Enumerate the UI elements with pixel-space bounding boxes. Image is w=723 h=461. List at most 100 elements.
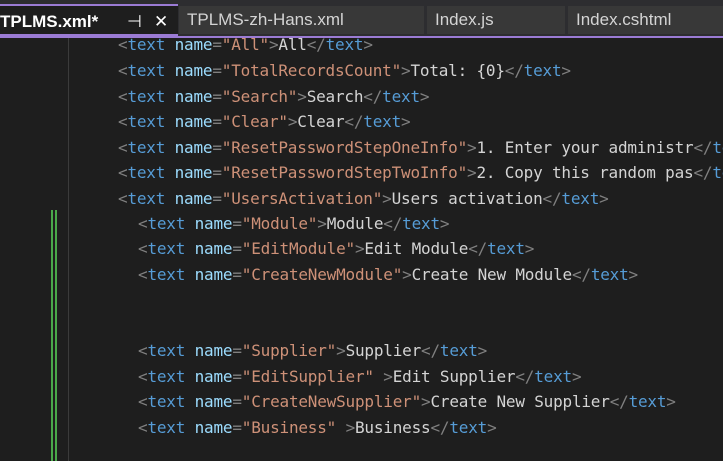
close-bracket: > xyxy=(666,392,676,411)
tab-tplms-xml[interactable]: TPLMS.xml* ⊣ ✕ xyxy=(0,4,178,36)
tag-name: text xyxy=(147,239,186,258)
close-bracket: > xyxy=(345,418,356,437)
code-line[interactable]: <text name="EditSupplier" >Edit Supplier… xyxy=(138,364,582,389)
attribute-value: "Search" xyxy=(221,87,298,106)
equals-sign: = xyxy=(232,418,242,437)
attribute-name: name xyxy=(174,189,213,208)
code-line[interactable]: <text name="Supplier">Supplier</text> xyxy=(138,338,487,363)
element-content: Clear xyxy=(297,112,345,131)
end-tag-open: </ xyxy=(306,38,326,54)
tag-name: text xyxy=(127,112,166,131)
element-content: Total: {0} xyxy=(410,61,505,80)
attribute-name: name xyxy=(174,38,213,54)
code-line[interactable]: <text name="Search">Search</text> xyxy=(118,84,430,109)
attribute-value: "EditModule" xyxy=(241,239,355,258)
equals-sign: = xyxy=(212,189,222,208)
tag-name: text xyxy=(363,112,402,131)
code-line[interactable]: <text name="Module">Module</text> xyxy=(138,211,450,236)
close-bracket: > xyxy=(401,112,411,131)
equals-sign: = xyxy=(212,61,222,80)
code-line[interactable]: <text name="ResetPasswordStepOneInfo">1.… xyxy=(118,135,723,160)
equals-sign: = xyxy=(212,138,222,157)
tag-name: text xyxy=(147,265,186,284)
code-line[interactable]: <text name="CreateNewModule">Create New … xyxy=(138,262,638,287)
close-bracket: > xyxy=(383,367,393,386)
attribute-name: name xyxy=(194,367,233,386)
attribute-value: "TotalRecordsCount" xyxy=(221,61,402,80)
attribute-name: name xyxy=(194,214,233,233)
element-content: Search xyxy=(306,87,364,106)
code-line[interactable]: <text name="TotalRecordsCount">Total: {0… xyxy=(118,58,571,83)
attribute-name: name xyxy=(194,418,233,437)
end-tag-open: </ xyxy=(504,61,524,80)
pin-icon[interactable]: ⊣ xyxy=(127,6,142,34)
code-line[interactable]: <text name="All">All</text> xyxy=(118,38,373,57)
tag-name: text xyxy=(628,392,667,411)
attribute-name: name xyxy=(194,265,233,284)
tag-name: text xyxy=(590,265,629,284)
attribute-value: "CreateNewSupplier" xyxy=(241,392,422,411)
attribute-value: "Clear" xyxy=(221,112,288,131)
tag-name: text xyxy=(147,341,186,360)
attribute-value: "EditSupplier" xyxy=(241,367,374,386)
tag-name: text xyxy=(127,61,166,80)
equals-sign: = xyxy=(212,87,222,106)
end-tag-open: </ xyxy=(693,138,713,157)
tag-name: text xyxy=(147,214,186,233)
equals-sign: = xyxy=(212,112,222,131)
attribute-name: name xyxy=(174,61,213,80)
close-bracket: > xyxy=(363,38,373,54)
tab-index-cshtml[interactable]: Index.cshtml xyxy=(568,6,723,34)
end-tag-open: </ xyxy=(421,341,440,360)
element-content: 1. Enter your administr xyxy=(476,138,694,157)
close-bracket: > xyxy=(477,341,488,360)
code-line[interactable]: <text name="Clear">Clear</text> xyxy=(118,109,411,134)
element-content: Create New Supplier xyxy=(430,392,610,411)
code-line[interactable]: <text name="EditModule">Edit Module</tex… xyxy=(138,236,534,261)
element-content: Edit Supplier xyxy=(392,367,516,386)
element-content: Users activation xyxy=(391,189,543,208)
tag-name: text xyxy=(561,189,600,208)
close-bracket: > xyxy=(382,189,392,208)
document-tab-strip: TPLMS.xml* ⊣ ✕ TPLMS-zh-Hans.xml Index.j… xyxy=(0,0,723,38)
close-bracket: > xyxy=(336,341,346,360)
tag-name: text xyxy=(127,163,166,182)
code-line[interactable]: <text name="CreateNewSupplier">Create Ne… xyxy=(138,389,676,414)
end-tag-open: </ xyxy=(609,392,629,411)
tab-index-js[interactable]: Index.js xyxy=(427,6,565,34)
attribute-value: "UsersActivation" xyxy=(221,189,383,208)
close-bracket: > xyxy=(599,189,609,208)
end-tag-open: </ xyxy=(383,214,403,233)
close-icon[interactable]: ✕ xyxy=(154,6,168,34)
close-bracket: > xyxy=(419,87,430,106)
attribute-name: name xyxy=(174,163,213,182)
element-content: Supplier xyxy=(345,341,422,360)
attribute-value: "CreateNewModule" xyxy=(241,265,403,284)
editor-margin xyxy=(20,38,68,461)
code-editor[interactable]: <text name="All">All</text> <text name="T… xyxy=(0,38,723,461)
element-content: 2. Copy this random pas xyxy=(476,163,694,182)
close-bracket: > xyxy=(439,214,450,233)
tab-tplms-zh-hans-xml[interactable]: TPLMS-zh-Hans.xml xyxy=(179,6,424,34)
code-line[interactable]: <text name="UsersActivation">Users activ… xyxy=(118,186,609,211)
close-bracket: > xyxy=(571,367,582,386)
code-line[interactable]: <text name="ResetPasswordStepTwoInfo">2.… xyxy=(118,160,723,185)
end-tag-open: </ xyxy=(571,265,591,284)
close-bracket: > xyxy=(561,61,571,80)
tab-label: TPLMS-zh-Hans.xml xyxy=(187,10,344,29)
close-bracket: > xyxy=(628,265,639,284)
code-line[interactable]: <text name="Business" >Business</text> xyxy=(138,415,497,440)
end-tag-open: </ xyxy=(430,418,450,437)
equals-sign: = xyxy=(212,163,222,182)
attribute-name: name xyxy=(174,112,213,131)
attribute-value: "Supplier" xyxy=(241,341,337,360)
close-bracket: > xyxy=(524,239,535,258)
end-tag-open: </ xyxy=(515,367,535,386)
tag-name: text xyxy=(127,38,166,54)
